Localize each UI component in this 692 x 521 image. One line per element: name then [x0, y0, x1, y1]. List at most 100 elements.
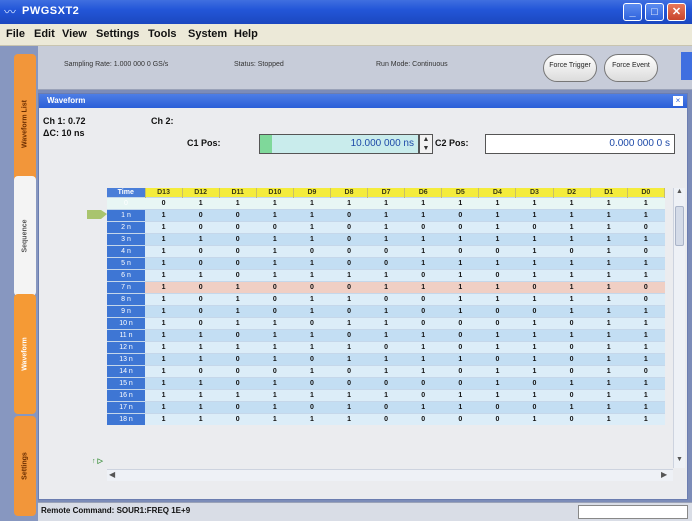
bit-cell[interactable]: 0: [404, 412, 442, 425]
menu-help[interactable]: Help: [234, 28, 258, 40]
row-index[interactable]: 3 n: [107, 232, 145, 245]
menu-edit[interactable]: Edit: [34, 28, 55, 40]
bit-cell[interactable]: 1: [293, 256, 331, 269]
bit-cell[interactable]: 1: [478, 232, 516, 245]
bit-cell[interactable]: 1: [590, 244, 628, 257]
bit-cell[interactable]: 1: [145, 352, 183, 365]
bit-cell[interactable]: 0: [219, 208, 257, 221]
bit-cell[interactable]: 0: [182, 304, 220, 317]
bit-cell[interactable]: 0: [367, 292, 405, 305]
bit-cell[interactable]: 1: [553, 256, 591, 269]
bit-cell[interactable]: 1: [330, 340, 368, 353]
bit-cell[interactable]: 1: [404, 244, 442, 257]
bit-cell[interactable]: 1: [256, 352, 294, 365]
bit-cell[interactable]: 1: [627, 256, 665, 269]
cursor-pointer-icon[interactable]: [87, 210, 107, 219]
c1-pos-input[interactable]: 10.000 000 ns: [259, 134, 419, 154]
bit-cell[interactable]: 1: [367, 196, 405, 210]
bit-cell[interactable]: 1: [478, 220, 516, 233]
scroll-right-icon[interactable]: ▶: [661, 470, 667, 479]
bit-cell[interactable]: 1: [219, 316, 257, 329]
bit-column-header[interactable]: D1: [590, 188, 628, 197]
close-button[interactable]: ✕: [667, 3, 686, 21]
bit-cell[interactable]: 1: [441, 400, 479, 413]
bit-cell[interactable]: 1: [330, 292, 368, 305]
bit-cell[interactable]: 1: [256, 232, 294, 245]
bit-cell[interactable]: 0: [553, 244, 591, 257]
bit-cell[interactable]: 1: [182, 328, 220, 341]
bit-cell[interactable]: 1: [590, 316, 628, 329]
bit-cell[interactable]: 0: [441, 364, 479, 377]
bit-cell[interactable]: 1: [219, 388, 257, 401]
bit-cell[interactable]: 1: [293, 268, 331, 281]
bit-cell[interactable]: 1: [182, 376, 220, 389]
bit-cell[interactable]: 1: [441, 268, 479, 281]
bit-cell[interactable]: 1: [367, 316, 405, 329]
bit-cell[interactable]: 1: [219, 196, 257, 210]
bit-cell[interactable]: 0: [219, 364, 257, 377]
bit-cell[interactable]: 0: [330, 244, 368, 257]
bit-column-header[interactable]: D11: [219, 188, 257, 197]
bit-cell[interactable]: 1: [367, 280, 405, 293]
row-index[interactable]: 14 n: [107, 364, 145, 377]
bit-cell[interactable]: 1: [182, 388, 220, 401]
bit-cell[interactable]: 1: [145, 232, 183, 245]
bit-cell[interactable]: 1: [478, 376, 516, 389]
bit-cell[interactable]: 1: [627, 352, 665, 365]
bit-cell[interactable]: 1: [256, 412, 294, 425]
scroll-down-icon[interactable]: ▼: [675, 456, 684, 463]
bit-cell[interactable]: 0: [478, 412, 516, 425]
bit-cell[interactable]: 1: [590, 400, 628, 413]
bit-cell[interactable]: 1: [145, 316, 183, 329]
bit-cell[interactable]: 0: [182, 364, 220, 377]
bit-cell[interactable]: 1: [182, 340, 220, 353]
bit-cell[interactable]: 1: [515, 292, 554, 305]
bit-cell[interactable]: 0: [404, 268, 442, 281]
bit-cell[interactable]: 1: [219, 292, 257, 305]
bit-cell[interactable]: 1: [293, 220, 331, 233]
bit-cell[interactable]: 1: [515, 352, 554, 365]
bit-cell[interactable]: 0: [182, 292, 220, 305]
bit-cell[interactable]: 0: [553, 364, 591, 377]
bit-cell[interactable]: 1: [145, 400, 183, 413]
bit-cell[interactable]: 1: [182, 268, 220, 281]
bit-cell[interactable]: 1: [441, 292, 479, 305]
bit-cell[interactable]: 1: [627, 268, 665, 281]
bit-column-header[interactable]: D6: [404, 188, 443, 197]
bit-cell[interactable]: 1: [553, 196, 591, 210]
bit-cell[interactable]: 0: [219, 400, 257, 413]
bit-cell[interactable]: 1: [293, 412, 331, 425]
bit-cell[interactable]: 1: [590, 376, 628, 389]
bit-cell[interactable]: 1: [553, 208, 591, 221]
bit-cell[interactable]: 0: [553, 316, 591, 329]
row-index[interactable]: 16 n: [107, 388, 145, 401]
bit-cell[interactable]: 0: [256, 364, 294, 377]
bit-cell[interactable]: 1: [404, 328, 442, 341]
bit-cell[interactable]: 1: [256, 256, 294, 269]
row-index[interactable]: 8 n: [107, 292, 145, 305]
bit-cell[interactable]: 0: [441, 244, 479, 257]
bit-cell[interactable]: 0: [367, 244, 405, 257]
bit-column-header[interactable]: D4: [478, 188, 517, 197]
bit-cell[interactable]: 1: [404, 400, 442, 413]
bit-column-header[interactable]: D13: [145, 188, 183, 197]
bit-cell[interactable]: 1: [627, 412, 665, 425]
table-row[interactable]: 2 n10001010010110: [107, 220, 665, 233]
bit-cell[interactable]: 1: [627, 196, 665, 210]
table-row[interactable]: 6 n11011110101111: [107, 268, 665, 281]
bit-cell[interactable]: 1: [219, 340, 257, 353]
table-row[interactable]: 15 n11010000010111: [107, 376, 665, 389]
bit-cell[interactable]: 1: [553, 304, 591, 317]
bit-cell[interactable]: 0: [627, 220, 665, 233]
bit-cell[interactable]: 1: [145, 412, 183, 425]
bit-cell[interactable]: 1: [367, 364, 405, 377]
scroll-up-icon[interactable]: ▲: [675, 188, 684, 195]
bit-cell[interactable]: 0: [367, 256, 405, 269]
bit-cell[interactable]: 0: [330, 376, 368, 389]
bit-cell[interactable]: 1: [256, 388, 294, 401]
tab-waveform-list[interactable]: Waveform List: [14, 54, 36, 194]
bit-cell[interactable]: 1: [590, 280, 628, 293]
bit-cell[interactable]: 1: [515, 316, 554, 329]
bit-cell[interactable]: 0: [330, 328, 368, 341]
bit-cell[interactable]: 0: [627, 364, 665, 377]
